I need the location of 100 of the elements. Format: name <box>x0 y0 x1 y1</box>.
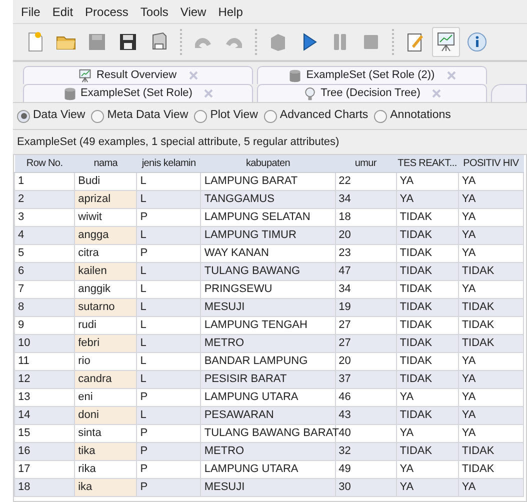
table-cell: 15 <box>14 424 75 442</box>
menu-item[interactable]: Process <box>85 2 128 20</box>
table-cell: YA <box>458 226 524 244</box>
table-cell: METRO <box>200 334 336 352</box>
chart-easel-icon <box>78 68 92 84</box>
column-header[interactable]: nama <box>74 155 137 172</box>
table-cell: rio <box>74 352 137 370</box>
table-cell: TULANG BAWANG <box>200 262 336 280</box>
column-header[interactable]: TES REAKT... <box>396 155 458 172</box>
table-cell: YA <box>458 244 524 262</box>
table-cell: TIDAK <box>396 280 458 298</box>
table-cell: YA <box>458 388 524 406</box>
table-cell: citra <box>74 244 137 262</box>
table-cell: 47 <box>335 262 396 280</box>
view-radio[interactable]: Data View <box>17 107 86 125</box>
table-cell: TIDAK <box>458 334 524 352</box>
table-cell: L <box>136 262 201 280</box>
table-cell: YA <box>396 190 458 208</box>
light-bulb-icon <box>302 86 317 102</box>
table-cell: 20 <box>335 352 396 370</box>
table-cell: anggik <box>74 280 137 298</box>
chart-easel-button[interactable] <box>432 27 460 57</box>
table-cell: L <box>136 334 201 352</box>
close-icon[interactable] <box>432 89 442 98</box>
close-icon[interactable] <box>188 71 198 80</box>
table-cell: 17 <box>14 460 75 478</box>
menu-item[interactable]: View <box>180 2 206 20</box>
table-cell: 7 <box>14 280 75 298</box>
table-cell: METRO <box>200 442 336 460</box>
table-cell: P <box>136 442 201 460</box>
close-icon[interactable] <box>446 71 456 80</box>
table-cell: kailen <box>74 262 137 280</box>
menu-item[interactable]: Tools <box>140 2 168 20</box>
table-cell: 27 <box>335 334 396 352</box>
table-cell: YA <box>396 460 458 478</box>
table-cell: MESUJI <box>200 298 336 316</box>
table-cell: MESUJI <box>200 478 336 496</box>
column-header[interactable]: POSITIV HIV <box>458 155 524 172</box>
table-cell: YA <box>396 388 458 406</box>
result-tab[interactable]: Result Overview <box>23 66 253 84</box>
table-cell: P <box>136 424 201 442</box>
table-cell: 18 <box>335 208 396 226</box>
table-cell: TIDAK <box>458 316 524 334</box>
menu-item[interactable]: File <box>21 2 40 20</box>
table-cell: TIDAK <box>396 406 458 424</box>
view-radio[interactable]: Meta Data View <box>91 107 188 125</box>
table-cell: L <box>136 190 201 208</box>
view-radio[interactable]: Plot View <box>194 107 258 125</box>
table-cell: L <box>136 226 201 244</box>
column-header[interactable]: Row No. <box>14 155 75 172</box>
table-cell: 10 <box>14 334 75 352</box>
database-icon <box>288 68 302 84</box>
table-cell: TIDAK <box>396 334 458 352</box>
table-cell: 32 <box>335 442 396 460</box>
result-tab[interactable]: ExampleSet (Set Role) <box>23 84 253 102</box>
result-tab[interactable]: Tree (Decision Tree) <box>257 84 487 102</box>
table-cell: BANDAR LAMPUNG <box>200 352 336 370</box>
table-cell: tika <box>74 442 137 460</box>
table-cell: YA <box>458 190 524 208</box>
table-cell: L <box>136 370 201 388</box>
result-tab[interactable]: ExampleSet (Set Role (2)) <box>257 66 487 84</box>
table-cell: TIDAK <box>458 262 524 280</box>
view-radio[interactable]: Annotations <box>374 107 451 125</box>
column-header[interactable]: umur <box>335 155 396 172</box>
table-cell: eni <box>74 388 137 406</box>
menu-item[interactable]: Edit <box>52 2 74 20</box>
table-cell: L <box>136 280 201 298</box>
view-radio[interactable]: Advanced Charts <box>264 107 368 125</box>
table-cell: sutarno <box>74 298 137 316</box>
table-cell: YA <box>458 280 524 298</box>
table-cell: PESAWARAN <box>200 406 336 424</box>
table-cell: febri <box>74 334 137 352</box>
table-cell: TIDAK <box>458 298 524 316</box>
table-cell: TIDAK <box>396 352 458 370</box>
table-cell: L <box>136 352 201 370</box>
table-cell: 34 <box>335 280 396 298</box>
table-cell: WAY KANAN <box>200 244 336 262</box>
table-cell: L <box>136 172 201 190</box>
table-cell: TIDAK <box>458 460 524 478</box>
table-cell: doni <box>74 406 137 424</box>
table-cell: 6 <box>14 262 75 280</box>
table-cell: P <box>136 478 201 496</box>
info-icon <box>465 30 489 54</box>
empty-tab[interactable] <box>491 84 527 102</box>
table-cell: 43 <box>335 406 396 424</box>
table-cell: LAMPUNG TENGAH <box>200 316 336 334</box>
table-cell: TIDAK <box>396 298 458 316</box>
table-cell: LAMPUNG BARAT <box>200 172 336 190</box>
table-cell: TIDAK <box>458 442 524 460</box>
table-cell: P <box>136 388 201 406</box>
table-cell: 16 <box>14 442 75 460</box>
table-cell: aprizal <box>74 190 137 208</box>
close-icon[interactable] <box>204 89 214 98</box>
table-cell: L <box>136 298 201 316</box>
table-cell: rika <box>74 460 137 478</box>
table-cell: TANGGAMUS <box>200 190 336 208</box>
menu-item[interactable]: Help <box>218 2 243 20</box>
column-header[interactable]: kabupaten <box>200 155 336 172</box>
column-header[interactable]: jenis kelamin <box>136 155 201 172</box>
table-cell: 19 <box>335 298 396 316</box>
